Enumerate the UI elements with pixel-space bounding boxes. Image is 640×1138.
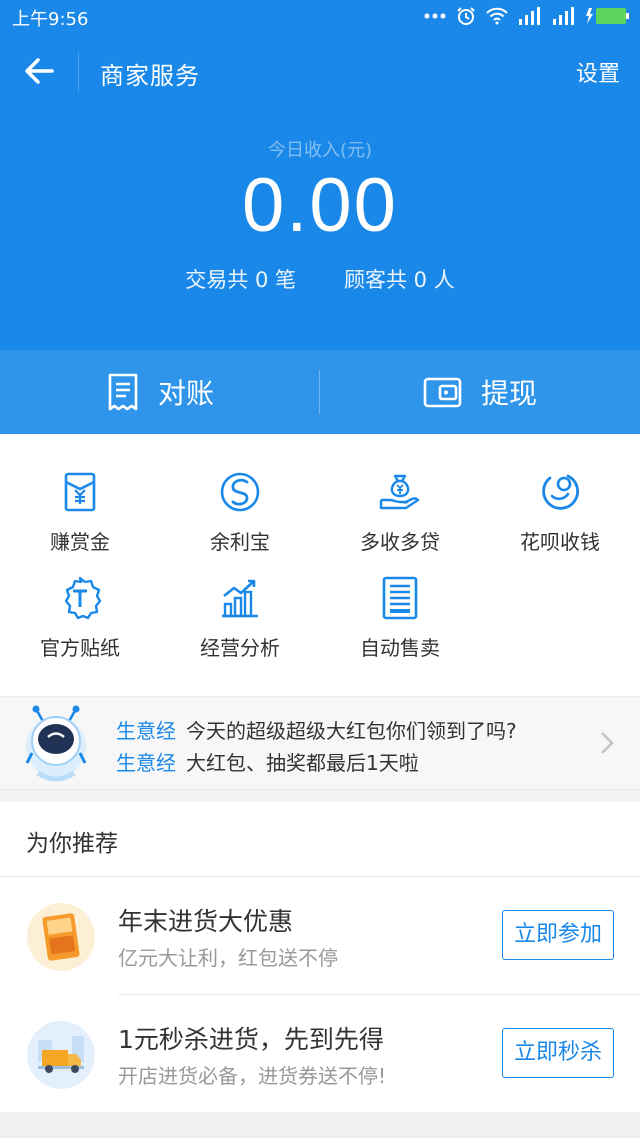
recommendations-section: 为你推荐 年末进货大优惠 亿元大让利，红包送不停 立即参加 1元秒杀进货，先到先… (0, 802, 640, 1112)
recommend-item[interactable]: 年末进货大优惠 亿元大让利，红包送不停 立即参加 (0, 878, 640, 996)
alarm-icon (457, 7, 475, 25)
back-button[interactable] (22, 54, 56, 88)
reward-envelope-icon (64, 472, 96, 512)
recommend-subtitle: 亿元大让利，红包送不停 (118, 946, 338, 970)
news-tag: 生意经 (116, 719, 176, 743)
section-title: 为你推荐 (26, 831, 118, 857)
news-text: 大红包、抽奖都最后1天啦 (186, 751, 419, 775)
service-sticker[interactable]: 官方贴纸 (0, 540, 160, 660)
settings-button[interactable]: 设置 (576, 56, 620, 88)
wallet-icon (423, 377, 462, 408)
recommend-title: 1元秒杀进货，先到先得 (118, 1025, 384, 1054)
service-label: 花呗收钱 (520, 530, 600, 554)
service-huabei[interactable]: 花呗收钱 (480, 434, 640, 554)
bar-chart-icon (222, 579, 258, 618)
service-yulibao[interactable]: 余利宝 (160, 434, 320, 554)
reconcile-button[interactable]: 对账 (0, 350, 320, 434)
status-bar: 上午9:56 (0, 0, 640, 32)
flash-sale-button[interactable]: 立即秒杀 (502, 1028, 614, 1078)
service-loan[interactable]: 多收多贷 (320, 434, 480, 554)
section-divider (0, 876, 640, 877)
sticker-badge-icon (64, 576, 102, 620)
vending-machine-icon (382, 576, 418, 620)
services-grid: 赚赏金 余利宝 多收多贷 花呗收钱 官方贴纸 经营分析 自动售卖 (0, 434, 640, 696)
customer-count: 顾客共 0 人 (344, 268, 455, 292)
status-icons (424, 6, 630, 26)
service-vending[interactable]: 自动售卖 (320, 540, 480, 660)
chevron-right-icon (601, 732, 614, 754)
join-now-button[interactable]: 立即参加 (502, 910, 614, 960)
battery-icon (586, 8, 629, 24)
transaction-count: 交易共 0 笔 (185, 268, 296, 292)
income-label: 今日收入(元) (267, 140, 373, 161)
recommend-subtitle: 开店进货必备，进货券送不停! (118, 1064, 387, 1088)
status-time: 上午9:56 (12, 9, 89, 30)
service-analytics[interactable]: 经营分析 (160, 540, 320, 660)
signal-icon-2 (553, 7, 574, 25)
signal-icon (519, 7, 540, 25)
page-title: 商家服务 (100, 62, 200, 90)
more-dots-icon (424, 13, 446, 19)
service-label: 自动售卖 (360, 636, 440, 660)
news-tag: 生意经 (116, 751, 176, 775)
robot-mascot-icon (25, 705, 87, 782)
shopping-festival-icon (27, 903, 95, 971)
huabei-icon (542, 474, 579, 510)
page-footer (0, 1112, 640, 1138)
service-label: 官方贴纸 (40, 636, 120, 660)
recommend-item[interactable]: 1元秒杀进货，先到先得 开店进货必备，进货券送不停! 立即秒杀 (0, 996, 640, 1114)
receipt-icon (108, 373, 138, 411)
withdraw-button[interactable]: 提现 (320, 350, 640, 434)
income-amount: 0.00 (242, 163, 398, 248)
business-news-banner[interactable]: 生意经 今天的超级超级大红包你们领到了吗? 生意经 大红包、抽奖都最后1天啦 (0, 696, 640, 790)
service-reward[interactable]: 赚赏金 (0, 434, 160, 554)
action-bar: 对账 提现 (0, 350, 640, 434)
daily-stats: 交易共 0 笔 顾客共 0 人 (0, 264, 640, 294)
money-bag-hand-icon (379, 474, 420, 510)
withdraw-label: 提现 (480, 377, 537, 410)
news-text: 今天的超级超级大红包你们领到了吗? (186, 719, 517, 743)
action-divider (319, 370, 320, 414)
news-item: 生意经 大红包、抽奖都最后1天啦 (116, 747, 419, 776)
service-label: 经营分析 (200, 636, 280, 660)
header-divider (78, 52, 79, 92)
recommend-title: 年末进货大优惠 (118, 907, 294, 936)
merchant-header: 商家服务 设置 今日收入(元) 0.00 交易共 0 笔 顾客共 0 人 (0, 32, 640, 350)
delivery-truck-icon (27, 1021, 95, 1089)
yulibao-icon (220, 472, 260, 512)
news-item: 生意经 今天的超级超级大红包你们领到了吗? (116, 715, 517, 744)
back-arrow-icon (25, 58, 54, 84)
wifi-icon (486, 7, 508, 25)
item-divider (118, 994, 640, 995)
reconcile-label: 对账 (157, 377, 214, 410)
